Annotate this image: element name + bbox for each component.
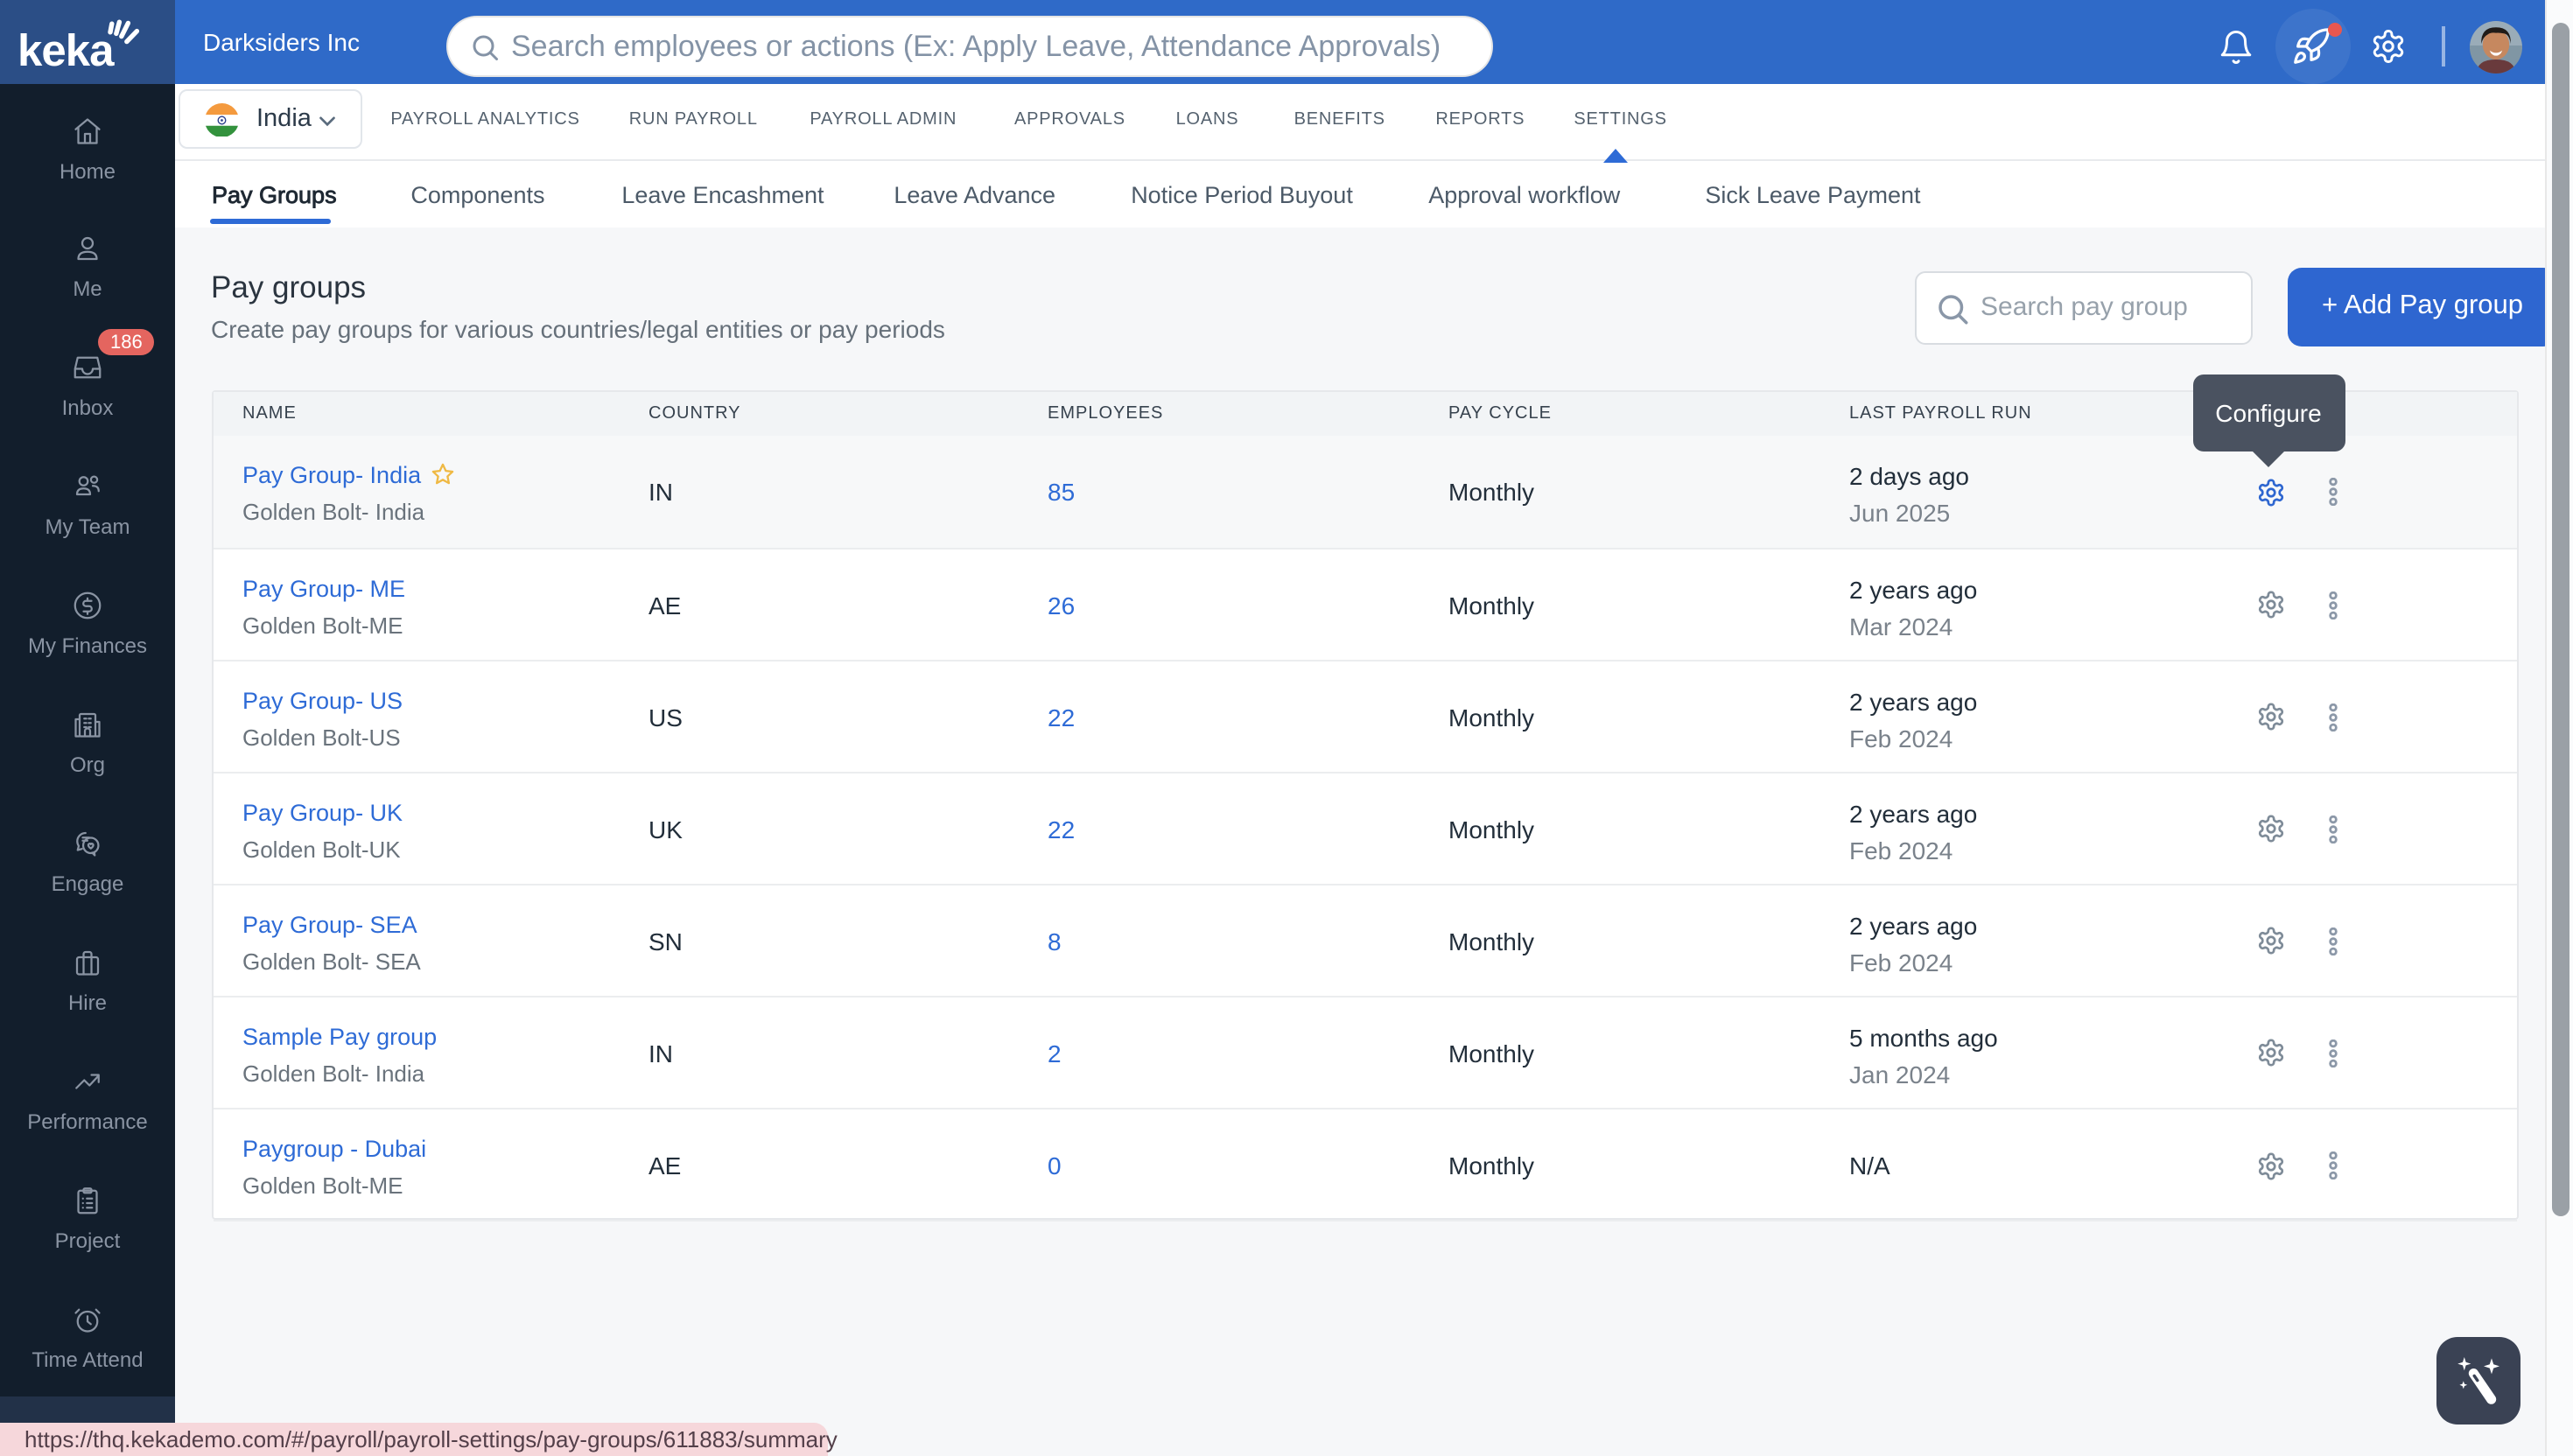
svg-text:keka: keka: [18, 25, 115, 75]
